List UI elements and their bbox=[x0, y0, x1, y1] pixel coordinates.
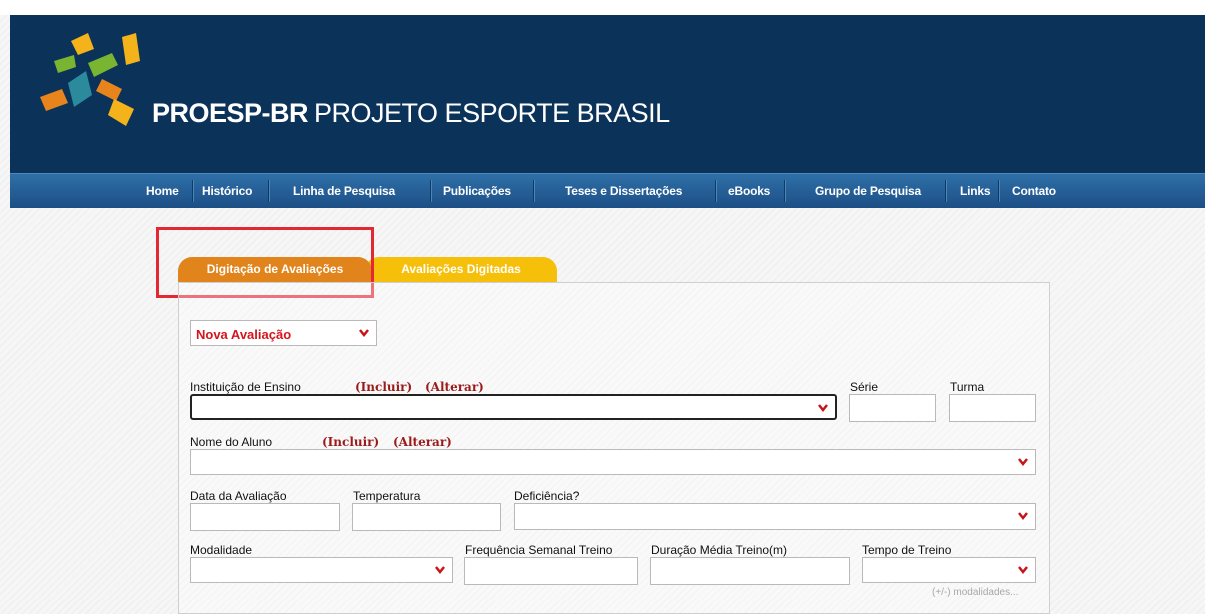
modalidade-label: Modalidade bbox=[190, 543, 253, 557]
tab-avaliacoes-digitadas[interactable]: Avaliações Digitadas bbox=[365, 257, 557, 282]
nav-home[interactable]: Home bbox=[146, 174, 179, 208]
modalidade-select[interactable] bbox=[190, 557, 453, 583]
aluno-select[interactable] bbox=[190, 449, 1036, 475]
aluno-label: Nome do Aluno bbox=[190, 435, 273, 449]
nav-teses-e-dissertacoes[interactable]: Teses e Dissertações bbox=[565, 174, 682, 208]
nav-divider bbox=[784, 180, 785, 202]
duracao-input[interactable] bbox=[650, 557, 850, 585]
frequencia-input[interactable] bbox=[464, 557, 638, 585]
nav-divider bbox=[268, 180, 269, 202]
instituicao-alterar-link[interactable]: (Alterar) bbox=[425, 380, 484, 394]
instituicao-select[interactable] bbox=[190, 394, 837, 420]
brand-acronym: PROESP-BR bbox=[152, 98, 309, 128]
main-navigation: Home Histórico Linha de Pesquisa Publica… bbox=[10, 173, 1205, 208]
data-label: Data da Avaliação bbox=[190, 489, 287, 503]
nav-divider bbox=[533, 180, 534, 202]
turma-label: Turma bbox=[950, 380, 985, 394]
nav-linha-de-pesquisa[interactable]: Linha de Pesquisa bbox=[293, 174, 395, 208]
nav-divider bbox=[430, 180, 431, 202]
tempo-label: Tempo de Treino bbox=[862, 543, 952, 557]
tempo-treino-select[interactable] bbox=[862, 557, 1036, 583]
nav-ebooks[interactable]: eBooks bbox=[728, 174, 770, 208]
serie-input[interactable] bbox=[849, 394, 936, 422]
nav-divider bbox=[945, 180, 946, 202]
proesp-logo[interactable] bbox=[36, 33, 146, 128]
deficiencia-label: Deficiência? bbox=[514, 489, 580, 503]
chevron-down-icon bbox=[1018, 566, 1028, 575]
temperatura-label: Temperatura bbox=[353, 489, 421, 503]
nav-contato[interactable]: Contato bbox=[1012, 174, 1056, 208]
chevron-down-icon bbox=[1018, 458, 1028, 467]
chevron-down-icon bbox=[359, 329, 369, 338]
nav-divider bbox=[715, 180, 716, 202]
chevron-down-icon bbox=[1018, 512, 1028, 521]
instituicao-incluir-link[interactable]: (Incluir) bbox=[355, 380, 412, 394]
site-brand: PROESP-BR PROJETO ESPORTE BRASIL bbox=[152, 98, 670, 129]
turma-input[interactable] bbox=[949, 394, 1036, 422]
modalidades-toggle-link[interactable]: (+/-) modalidades... bbox=[932, 587, 1018, 598]
deficiencia-select[interactable] bbox=[514, 503, 1036, 530]
aluno-alterar-link[interactable]: (Alterar) bbox=[393, 435, 452, 449]
serie-label: Série bbox=[850, 380, 879, 394]
frequencia-label: Frequência Semanal Treino bbox=[465, 543, 613, 557]
nav-grupo-de-pesquisa[interactable]: Grupo de Pesquisa bbox=[815, 174, 921, 208]
top-margin bbox=[0, 0, 1205, 15]
nav-links[interactable]: Links bbox=[960, 174, 991, 208]
brand-full-name: PROJETO ESPORTE BRASIL bbox=[314, 98, 670, 128]
aluno-incluir-link[interactable]: (Incluir) bbox=[322, 435, 379, 449]
nav-publicacoes[interactable]: Publicações bbox=[443, 174, 511, 208]
nav-divider bbox=[998, 180, 999, 202]
nav-divider bbox=[192, 180, 193, 202]
chevron-down-icon bbox=[818, 404, 828, 413]
temperatura-input[interactable] bbox=[352, 503, 501, 531]
nav-historico[interactable]: Histórico bbox=[202, 174, 252, 208]
data-avaliacao-input[interactable] bbox=[190, 503, 340, 531]
site-header: PROESP-BR PROJETO ESPORTE BRASIL bbox=[10, 15, 1205, 173]
instituicao-label: Instituição de Ensino bbox=[190, 380, 301, 394]
duracao-label: Duração Média Treino(m) bbox=[651, 543, 788, 557]
chevron-down-icon bbox=[435, 566, 445, 575]
evaluation-mode-value: Nova Avaliação bbox=[196, 327, 292, 342]
evaluation-mode-select[interactable]: Nova Avaliação bbox=[190, 320, 377, 346]
